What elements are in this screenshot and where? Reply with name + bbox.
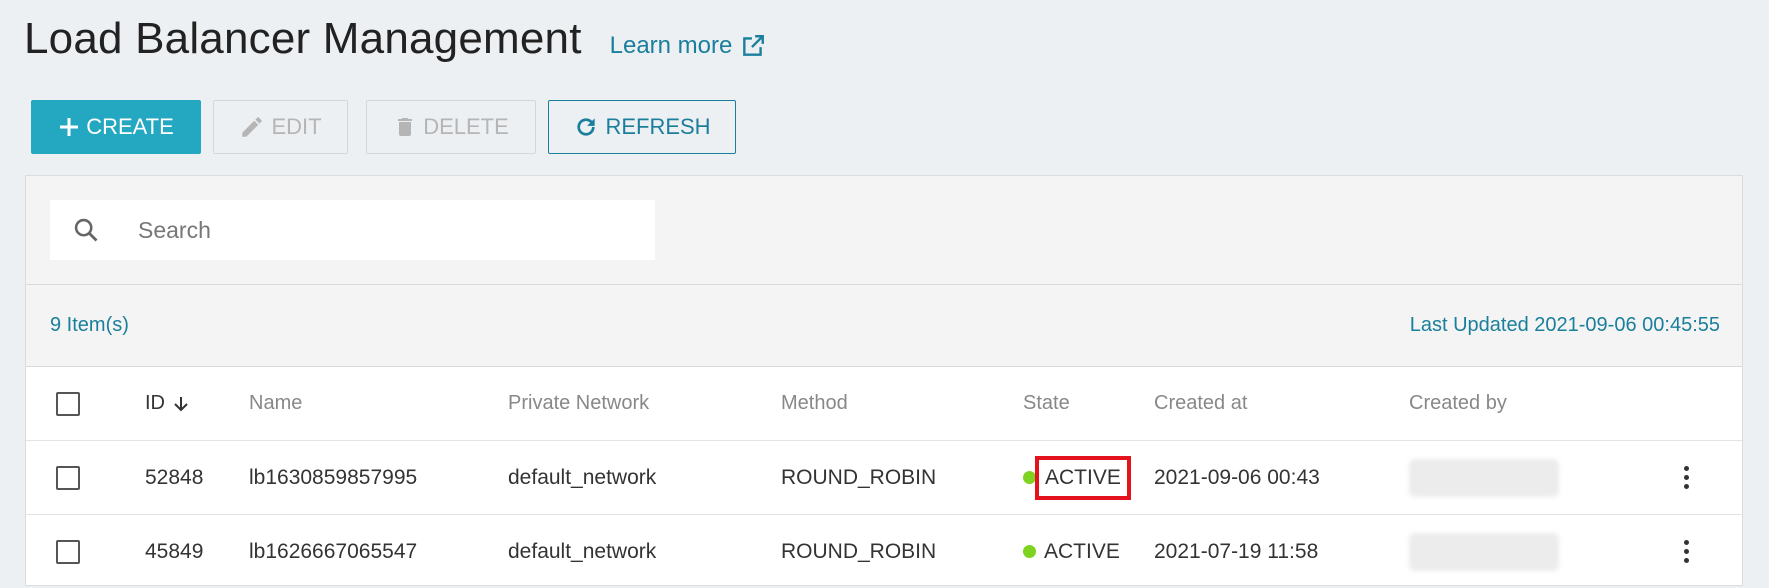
create-button[interactable]: CREATE xyxy=(31,100,201,154)
page-header: Load Balancer Management Learn more xyxy=(24,14,766,64)
column-header-state[interactable]: State xyxy=(1023,367,1070,440)
row-method: ROUND_ROBIN xyxy=(781,465,937,489)
table-row[interactable]: 52848 lb1630859857995 default_network RO… xyxy=(26,441,1742,515)
delete-label: DELETE xyxy=(423,114,509,139)
load-balancer-panel: 9 Item(s) Last Updated 2021-09-06 00:45:… xyxy=(25,175,1743,586)
plus-icon xyxy=(60,118,79,136)
column-header-name[interactable]: Name xyxy=(249,367,302,440)
row-name: lb1626667065547 xyxy=(249,539,418,563)
row-created-by xyxy=(1409,515,1559,588)
summary-bar: 9 Item(s) Last Updated 2021-09-06 00:45:… xyxy=(26,285,1742,365)
row-state: ACTIVE xyxy=(1023,441,1131,514)
column-header-method[interactable]: Method xyxy=(781,367,848,440)
redacted-creator xyxy=(1409,458,1559,497)
row-method: ROUND_ROBIN xyxy=(781,539,937,563)
learn-more-label[interactable]: Learn more xyxy=(610,32,733,60)
create-label: CREATE xyxy=(86,114,174,139)
row-id: 52848 xyxy=(145,465,204,489)
sort-down-arrow-icon xyxy=(174,396,188,411)
search-icon xyxy=(74,218,98,242)
refresh-button[interactable]: REFRESH xyxy=(548,100,736,154)
edit-button[interactable]: EDIT xyxy=(213,100,348,154)
row-state: ACTIVE xyxy=(1023,515,1120,588)
kebab-menu-icon[interactable] xyxy=(1674,532,1698,572)
load-balancer-table: ID Name Private Network Method State Cre… xyxy=(26,366,1742,585)
pencil-icon xyxy=(242,117,263,137)
row-checkbox-cell xyxy=(56,515,80,588)
column-id-label: ID xyxy=(145,392,165,414)
row-created-at: 2021-09-06 00:43 xyxy=(1154,465,1320,489)
row-network: default_network xyxy=(508,539,657,563)
column-header-created-by[interactable]: Created by xyxy=(1409,367,1507,440)
row-checkbox[interactable] xyxy=(56,539,80,564)
row-checkbox[interactable] xyxy=(56,465,80,490)
row-created-at: 2021-07-19 11:58 xyxy=(1154,539,1319,563)
row-created-by xyxy=(1409,441,1559,514)
column-header-id[interactable]: ID xyxy=(145,367,191,440)
table-header-row: ID Name Private Network Method State Cre… xyxy=(26,367,1742,441)
row-id: 45849 xyxy=(145,539,204,563)
search-input[interactable] xyxy=(136,215,590,245)
refresh-icon xyxy=(577,118,596,136)
row-menu-cell xyxy=(1674,515,1698,588)
external-link-icon xyxy=(743,35,765,56)
redacted-creator xyxy=(1409,532,1559,571)
state-highlight-box: ACTIVE xyxy=(1035,455,1131,500)
active-status-dot xyxy=(1023,545,1036,558)
select-all-checkbox[interactable] xyxy=(56,391,80,416)
last-updated: Last Updated 2021-09-06 00:45:55 xyxy=(1409,313,1720,336)
column-header-created-at[interactable]: Created at xyxy=(1154,367,1247,440)
learn-more-link[interactable]: Learn more xyxy=(610,32,767,60)
table-row[interactable]: 45849 lb1626667065547 default_network RO… xyxy=(26,515,1742,588)
row-state-label: ACTIVE xyxy=(1044,539,1120,563)
item-count: 9 Item(s) xyxy=(50,313,129,336)
refresh-label: REFRESH xyxy=(605,114,711,139)
trash-icon xyxy=(398,118,413,136)
row-name: lb1630859857995 xyxy=(249,465,418,489)
row-network: default_network xyxy=(508,465,657,489)
column-header-network[interactable]: Private Network xyxy=(508,367,649,440)
edit-label: EDIT xyxy=(271,114,322,139)
header-checkbox-cell xyxy=(56,367,80,440)
row-menu-cell xyxy=(1674,441,1698,514)
search-box xyxy=(50,200,655,260)
kebab-menu-icon[interactable] xyxy=(1674,458,1698,498)
page-title: Load Balancer Management xyxy=(24,14,582,63)
row-checkbox-cell xyxy=(56,441,80,514)
delete-button[interactable]: DELETE xyxy=(366,100,536,154)
toolbar: CREATE EDIT DELETE REFRESH xyxy=(31,100,748,154)
